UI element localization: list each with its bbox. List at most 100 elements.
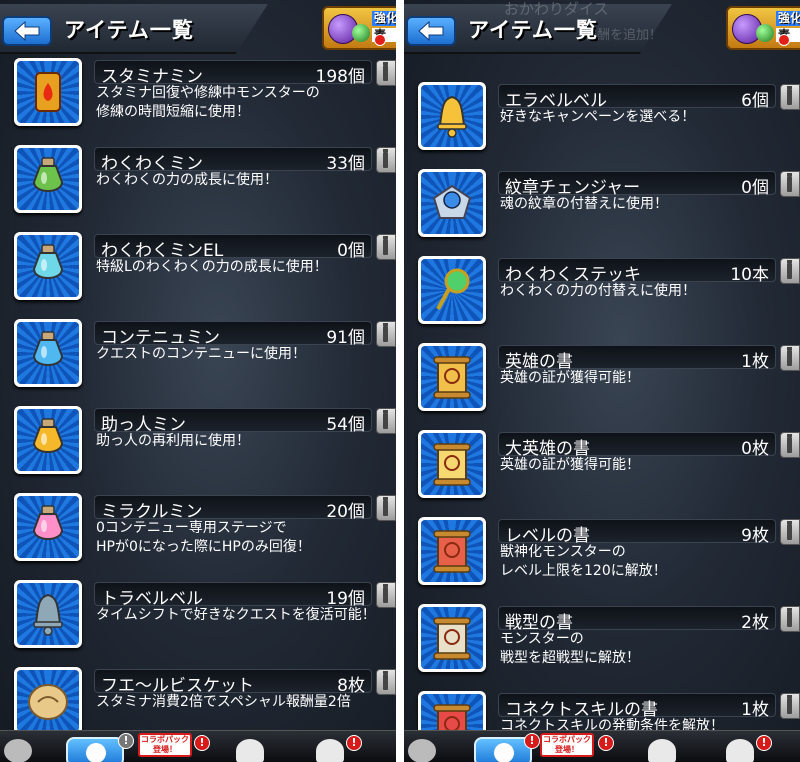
item-name-bar: 大英雄の書 0枚 <box>498 432 776 459</box>
item-row[interactable]: エラベルベル 6個 好きなキャンペーンを選べる！ <box>404 80 800 167</box>
item-tile[interactable] <box>418 517 486 585</box>
bottom-nav: ! コラボパック登場！ ! ! <box>0 730 396 762</box>
item-info-button[interactable] <box>780 606 800 632</box>
collab-pack-badge[interactable]: コラボパック登場！ <box>540 733 594 757</box>
item-name-bar: 助っ人ミン 54個 <box>94 408 372 435</box>
item-row[interactable]: わくわくステッキ 10本 わくわくの力の付替えに使用！ <box>404 254 800 341</box>
badge-label-top: 強化 <box>776 11 800 26</box>
item-tile[interactable] <box>14 58 82 126</box>
item-info-button[interactable] <box>780 519 800 545</box>
item-row[interactable]: 紋章チェンジャー 0個 魂の紋章の付替えに使用！ <box>404 167 800 254</box>
item-description: わくわくの力の成長に使用！ <box>96 172 278 188</box>
item-row[interactable]: 大英雄の書 0枚 英雄の証が獲得可能！ <box>404 428 800 515</box>
item-list-panel-left: スタミナミン 198個 スタミナ回復や修練中モンスターの 修練の時間短縮に使用！ わく… <box>0 0 396 762</box>
item-description: 英雄の証が獲得可能！ <box>500 457 640 473</box>
back-button[interactable] <box>2 16 52 46</box>
item-row[interactable]: コンテニュミン 91個 クエストのコンテニューに使用！ <box>0 317 396 404</box>
item-tile[interactable] <box>418 604 486 672</box>
item-row[interactable]: スタミナミン 198個 スタミナ回復や修練中モンスターの 修練の時間短縮に使用！ <box>0 56 396 143</box>
item-tile[interactable] <box>418 430 486 498</box>
powerup-shop-badge[interactable]: 強化 素 <box>322 6 396 50</box>
item-tile-bg <box>17 322 79 384</box>
item-name-bar: わくわくステッキ 10本 <box>498 258 776 285</box>
nav-home-icon[interactable] <box>408 739 436 762</box>
item-info-button[interactable] <box>780 84 800 110</box>
continue-jar-icon <box>32 331 64 366</box>
nav-alert-badge-left: ! <box>524 733 540 749</box>
back-arrow-icon <box>14 21 40 41</box>
back-button[interactable] <box>406 16 456 46</box>
nav-friends-icon[interactable] <box>726 739 754 762</box>
item-row[interactable]: わくわくミン 33個 わくわくの力の成長に使用！ <box>0 143 396 230</box>
item-tile-bg <box>421 259 483 321</box>
item-info-button[interactable] <box>780 258 800 284</box>
item-description: スタミナ回復や修練中モンスターの 修練の時間短縮に使用！ <box>96 85 320 120</box>
item-info-button[interactable] <box>780 693 800 719</box>
item-tile[interactable] <box>14 145 82 213</box>
page-title: アイテム一覧 <box>468 18 598 42</box>
item-tile[interactable] <box>14 406 82 474</box>
item-tile[interactable] <box>14 667 82 735</box>
heart-flask-icon <box>32 505 64 540</box>
item-row[interactable]: 英雄の書 1枚 英雄の証が獲得可能！ <box>404 341 800 428</box>
item-info-button[interactable] <box>780 432 800 458</box>
item-tile[interactable] <box>14 580 82 648</box>
info-icon <box>383 149 388 168</box>
item-tile[interactable] <box>14 232 82 300</box>
sprout-bottle-icon <box>32 157 64 192</box>
item-name-bar: ミラクルミン 20個 <box>94 495 372 522</box>
item-tile-bg <box>421 520 483 582</box>
item-name-bar: 紋章チェンジャー 0個 <box>498 171 776 198</box>
item-info-button[interactable] <box>376 60 396 86</box>
item-tile[interactable] <box>418 343 486 411</box>
item-name-bar: レベルの書 9枚 <box>498 519 776 546</box>
item-tile[interactable] <box>418 169 486 237</box>
nav-gacha-icon[interactable] <box>236 739 264 762</box>
item-row[interactable]: 戦型の書 2枚 モンスターの 戦型を超戦型に解放！ <box>404 602 800 689</box>
item-info-button[interactable] <box>376 147 396 173</box>
item-tile-bg <box>421 85 483 147</box>
battle-type-scroll-icon <box>433 617 471 660</box>
info-icon <box>787 86 792 105</box>
powerup-shop-badge[interactable]: 強化 素 <box>726 6 800 50</box>
item-tile[interactable] <box>14 319 82 387</box>
info-icon <box>787 434 792 453</box>
item-info-button[interactable] <box>376 321 396 347</box>
item-name-bar: 英雄の書 1枚 <box>498 345 776 372</box>
item-info-button[interactable] <box>780 345 800 371</box>
item-row[interactable]: わくわくミンEL 0個 特級Lのわくわくの力の成長に使用！ <box>0 230 396 317</box>
nav-gacha-icon[interactable] <box>648 739 676 762</box>
item-info-button[interactable] <box>376 582 396 608</box>
item-list-panel-right: エラベルベル 6個 好きなキャンペーンを選べる！ 紋章チェンジャー 0個 魂の紋章の付替え… <box>404 0 800 762</box>
collab-pack-badge[interactable]: コラボパック登場！ <box>138 733 192 757</box>
header: おかわりダイス 報酬を追加！ アイテム一覧 強化 素 <box>404 0 800 58</box>
info-icon <box>383 62 388 81</box>
nav-friends-icon[interactable] <box>316 739 344 762</box>
info-icon <box>383 497 388 516</box>
item-tile[interactable] <box>14 493 82 561</box>
item-info-button[interactable] <box>376 669 396 695</box>
item-tile[interactable] <box>418 256 486 324</box>
nav-item-selected[interactable] <box>66 737 124 762</box>
item-row[interactable]: 助っ人ミン 54個 助っ人の再利用に使用！ <box>0 404 396 491</box>
nav-home-icon[interactable] <box>4 739 32 762</box>
item-tile-bg <box>17 670 79 732</box>
item-name-bar: コンテニュミン 91個 <box>94 321 372 348</box>
travel-bell-icon <box>33 593 63 636</box>
item-description: 英雄の証が獲得可能！ <box>500 370 640 386</box>
info-icon <box>383 410 388 429</box>
item-tile-bg <box>17 148 79 210</box>
item-info-button[interactable] <box>780 171 800 197</box>
item-description: わくわくの力の付替えに使用！ <box>500 283 696 299</box>
nav-alert-badge: ! <box>598 735 614 751</box>
item-info-button[interactable] <box>376 234 396 260</box>
item-row[interactable]: トラベルベル 19個 タイムシフトで好きなクエストを復活可能！ <box>0 578 396 665</box>
item-tile-bg <box>17 61 79 123</box>
item-info-button[interactable] <box>376 495 396 521</box>
item-info-button[interactable] <box>376 408 396 434</box>
item-row[interactable]: レベルの書 9枚 獣神化モンスターの レベル上限を120に解放！ <box>404 515 800 602</box>
item-name-bar: わくわくミン 33個 <box>94 147 372 174</box>
item-row[interactable]: ミラクルミン 20個 0コンテニュー専用ステージで HPが0になった際にHPのみ回復… <box>0 491 396 578</box>
badge-alert-dot <box>778 34 790 46</box>
item-tile[interactable] <box>418 82 486 150</box>
